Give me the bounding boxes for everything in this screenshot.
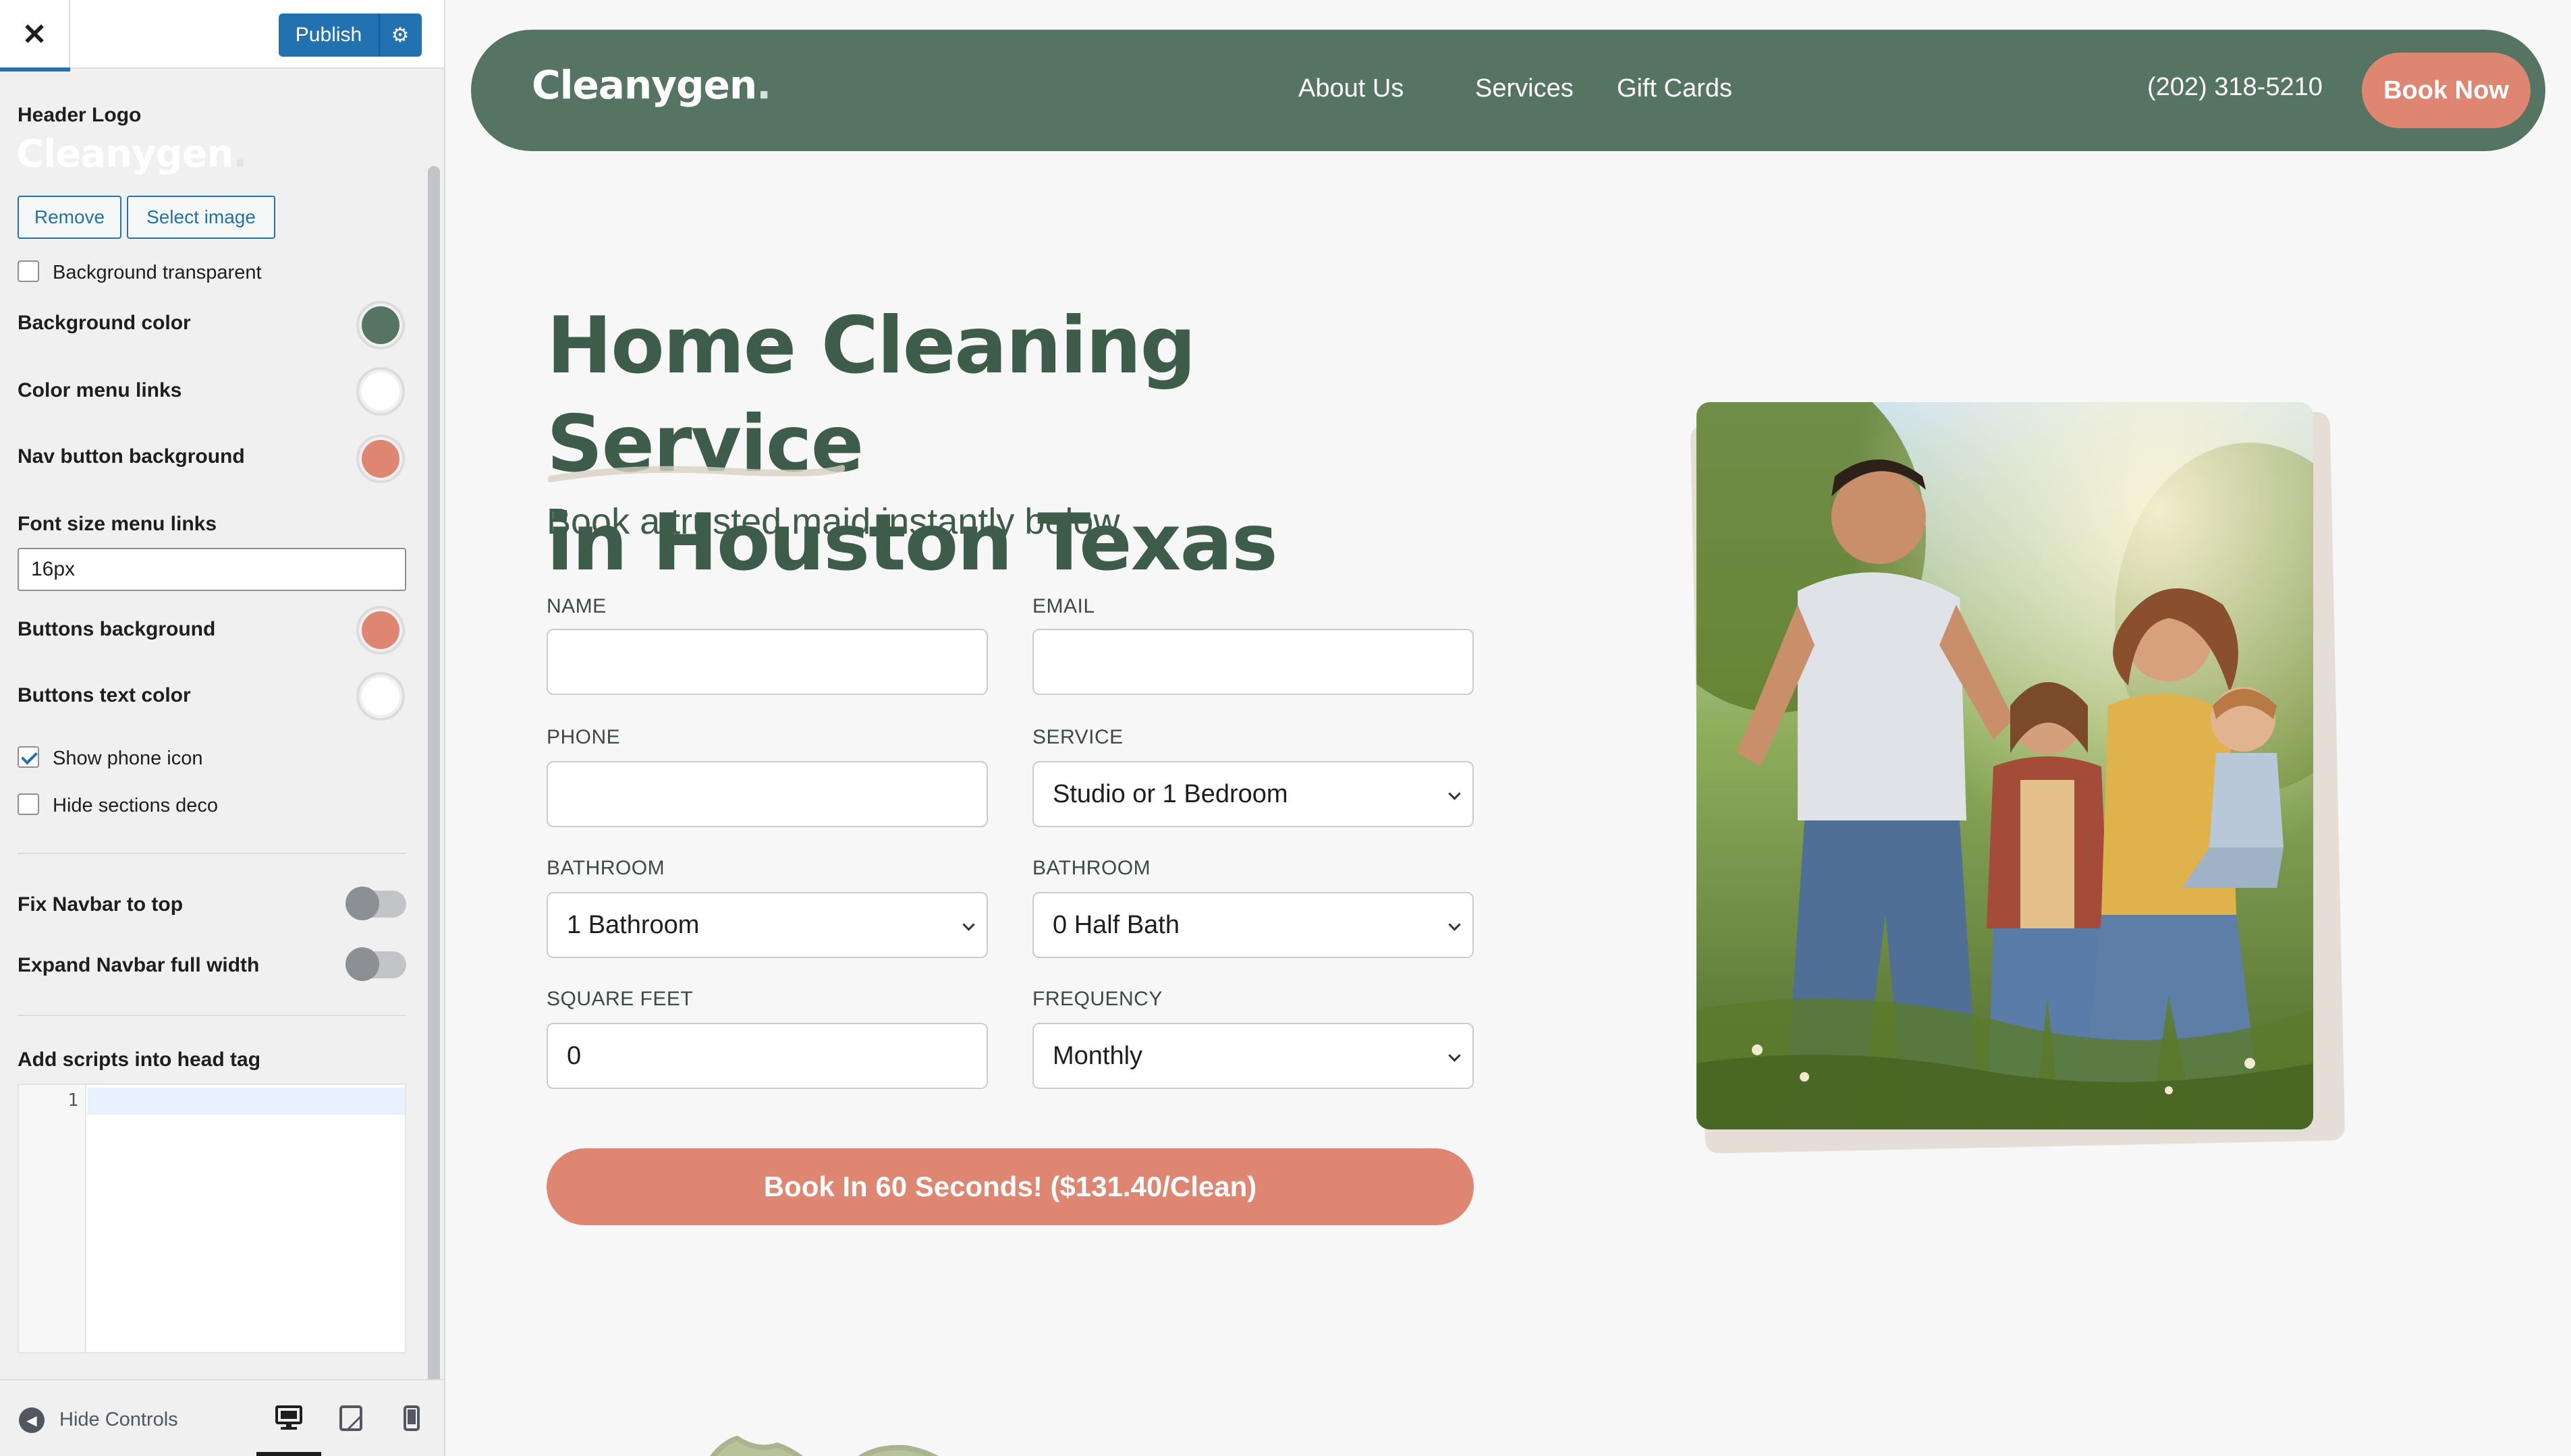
phone-label: PHONE xyxy=(547,726,621,748)
expand-navbar-toggle[interactable] xyxy=(345,947,406,981)
nav-phone-link[interactable]: (202) 318-5210 xyxy=(2147,73,2323,102)
hero-subtitle: Book a trusted maid instantly below xyxy=(547,501,1120,542)
half-bath-label: BATHROOM xyxy=(1032,857,1151,879)
remove-logo-button[interactable]: Remove xyxy=(18,196,121,239)
nav-button-bg-label: Nav button background xyxy=(18,445,245,468)
desktop-icon xyxy=(275,1405,302,1430)
site-logo-text: Cleanygen xyxy=(532,62,757,108)
hero-underline-deco xyxy=(548,465,845,482)
nav-link-services[interactable]: Services xyxy=(1475,74,1574,103)
logo-preview-text: Cleanygen xyxy=(16,132,233,176)
tablet-icon xyxy=(339,1405,362,1431)
code-gutter: 1 xyxy=(19,1085,86,1352)
color-menu-links-swatch[interactable] xyxy=(356,367,405,416)
hide-sections-deco-label: Hide sections deco xyxy=(53,795,219,816)
service-label: SERVICE xyxy=(1032,726,1124,748)
site-preview: Cleanygen. About Us Services Gift Cards … xyxy=(447,0,2571,1456)
show-phone-icon-checkbox[interactable] xyxy=(18,746,39,768)
desktop-preview-button[interactable] xyxy=(256,1380,321,1456)
show-phone-icon-label: Show phone icon xyxy=(53,748,203,769)
hero-title: Home Cleaning Service in Houston Texas xyxy=(547,297,1491,592)
mobile-icon xyxy=(404,1405,420,1431)
email-label: EMAIL xyxy=(1032,595,1095,617)
site-logo-dot: . xyxy=(756,62,771,108)
bathroom-select-value: 1 Bathroom xyxy=(567,910,700,939)
square-feet-input[interactable]: 0 xyxy=(547,1023,988,1089)
buttons-bg-swatch[interactable] xyxy=(356,606,405,654)
site-logo[interactable]: Cleanygen. xyxy=(532,62,771,108)
publish-button[interactable]: Publish xyxy=(279,13,380,57)
font-size-label: Font size menu links xyxy=(18,513,217,535)
panel-divider xyxy=(18,853,406,854)
panel-divider xyxy=(18,1015,406,1016)
bg-transparent-label: Background transparent xyxy=(53,262,262,283)
fix-navbar-toggle[interactable] xyxy=(345,887,406,920)
select-image-button[interactable]: Select image xyxy=(127,196,275,239)
hide-controls-icon[interactable]: ◀ xyxy=(19,1407,45,1433)
fix-navbar-label: Fix Navbar to top xyxy=(18,893,184,916)
nav-link-gift-cards[interactable]: Gift Cards xyxy=(1617,74,1732,103)
site-navbar: Cleanygen. About Us Services Gift Cards … xyxy=(471,30,2545,151)
code-active-line xyxy=(88,1088,405,1115)
square-feet-label: SQUARE FEET xyxy=(547,988,694,1010)
customizer-header: ✕ Publish ⚙ xyxy=(0,0,444,72)
bottom-section-deco xyxy=(709,1435,939,1456)
customizer-footer: ◀ Hide Controls xyxy=(0,1379,444,1456)
tablet-preview-button[interactable] xyxy=(319,1380,383,1456)
half-bath-select[interactable]: 0 Half Bath xyxy=(1032,892,1474,958)
bathroom-select[interactable]: 1 Bathroom xyxy=(547,892,988,958)
hide-controls-button[interactable]: Hide Controls xyxy=(59,1409,178,1431)
frequency-select[interactable]: Monthly xyxy=(1032,1023,1474,1089)
logo-preview-dot: . xyxy=(233,132,247,176)
mobile-preview-button[interactable] xyxy=(379,1380,444,1456)
panel-scrollbar[interactable] xyxy=(428,166,440,1387)
nav-button-bg-swatch[interactable] xyxy=(356,435,405,483)
frequency-label: FREQUENCY xyxy=(1032,988,1163,1010)
publish-group: Publish ⚙ xyxy=(279,13,422,57)
code-line-number: 1 xyxy=(67,1090,78,1111)
customizer-panel: ✕ Publish ⚙ Header Logo Cleanygen. Remov… xyxy=(0,0,445,1456)
nav-link-about-us[interactable]: About Us xyxy=(1298,74,1404,103)
half-bath-select-value: 0 Half Bath xyxy=(1053,910,1180,939)
bathroom-label: BATHROOM xyxy=(547,857,665,879)
bg-transparent-checkbox[interactable] xyxy=(18,260,39,282)
service-select[interactable]: Studio or 1 Bedroom xyxy=(1032,761,1474,827)
nav-book-now-button[interactable]: Book Now xyxy=(2362,53,2531,128)
phone-input[interactable] xyxy=(547,761,988,827)
color-menu-links-label: Color menu links xyxy=(18,379,182,401)
gear-icon: ⚙ xyxy=(391,24,410,47)
publish-settings-button[interactable]: ⚙ xyxy=(380,13,420,57)
book-cta-button[interactable]: Book In 60 Seconds! ($131.40/Clean) xyxy=(547,1148,1474,1225)
hide-sections-deco-checkbox[interactable] xyxy=(18,793,39,815)
service-select-value: Studio or 1 Bedroom xyxy=(1053,779,1288,808)
expand-navbar-label: Expand Navbar full width xyxy=(18,954,260,976)
logo-preview: Cleanygen. xyxy=(16,132,248,176)
background-color-swatch[interactable] xyxy=(356,301,405,349)
buttons-bg-label: Buttons background xyxy=(18,618,216,640)
name-label: NAME xyxy=(547,595,607,617)
name-input[interactable] xyxy=(547,629,988,695)
hero-family-photo xyxy=(1696,402,2313,1129)
close-customizer-button[interactable]: ✕ xyxy=(0,0,70,72)
email-input[interactable] xyxy=(1032,629,1474,695)
scripts-code-editor[interactable]: 1 xyxy=(18,1084,406,1353)
header-logo-label: Header Logo xyxy=(18,104,142,126)
buttons-text-color-label: Buttons text color xyxy=(18,684,191,706)
scripts-label: Add scripts into head tag xyxy=(18,1048,261,1071)
frequency-select-value: Monthly xyxy=(1053,1041,1143,1070)
close-icon: ✕ xyxy=(22,18,47,51)
background-color-label: Background color xyxy=(18,312,191,334)
font-size-input[interactable]: 16px xyxy=(18,548,406,591)
buttons-text-color-swatch[interactable] xyxy=(356,672,405,721)
